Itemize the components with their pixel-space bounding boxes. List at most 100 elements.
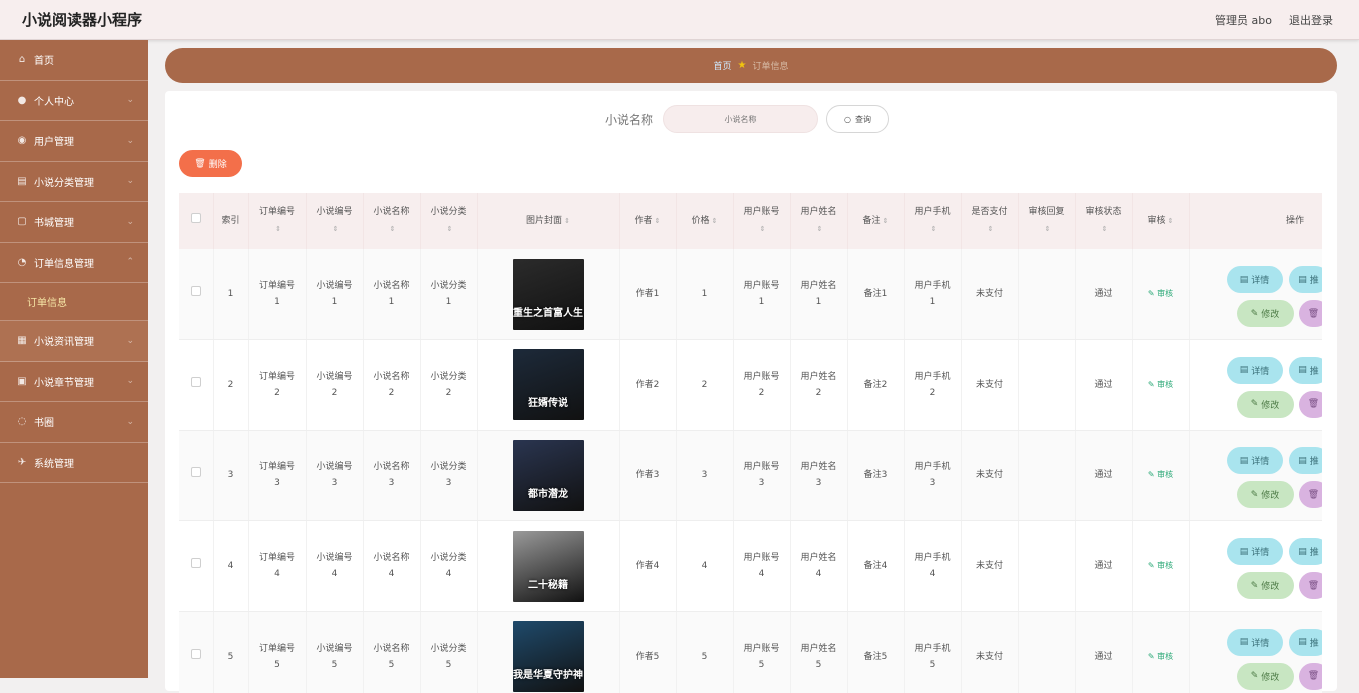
edit-button[interactable]: ✎ 修改 — [1236, 481, 1294, 509]
cover-image[interactable]: 重生之首富人生 — [512, 258, 584, 330]
table-cell: 1 — [213, 249, 249, 341]
sort-icon[interactable]: ⇕ — [1078, 221, 1132, 238]
sort-icon[interactable]: ⇕ — [366, 221, 420, 238]
column-header[interactable]: 操作 — [1189, 193, 1322, 249]
column-header-label: 用户账号 — [743, 207, 780, 217]
chevron-down-icon: ⌄ — [126, 335, 134, 346]
sort-icon[interactable]: ⇕ — [883, 217, 889, 225]
sort-icon[interactable]: ⇕ — [736, 221, 790, 238]
cell-text: 备注4 — [863, 561, 888, 572]
more-button[interactable]: ▤ 推 — [1288, 628, 1322, 656]
column-header[interactable]: 用户账号 ⇕ — [733, 193, 791, 249]
column-header[interactable]: 价格 ⇕ — [676, 193, 734, 249]
order-table-wrap: 索引 订单编号 ⇕ 小说编号 ⇕ 小说名称 ⇕ 小说分类 ⇕ 图片封面 ⇕ 作者 ⇕ 价格 ⇕ 用户账号 ⇕ 用户… — [179, 193, 1322, 693]
delete-row-button[interactable]: 🗑 — [1298, 572, 1322, 600]
cover-image[interactable]: 我是华夏守护神 — [512, 621, 584, 693]
cover-image[interactable]: 狂婿传说 — [512, 349, 584, 421]
delete-row-button[interactable]: 🗑 — [1298, 662, 1322, 690]
more-button[interactable]: ▤ 推 — [1288, 266, 1322, 294]
column-header[interactable]: 用户姓名 ⇕ — [790, 193, 848, 249]
sort-icon[interactable]: ⇕ — [907, 221, 961, 238]
column-header[interactable]: 小说分类 ⇕ — [420, 193, 478, 249]
column-header[interactable]: 作者 ⇕ — [619, 193, 677, 249]
column-header[interactable]: 审核 ⇕ — [1132, 193, 1190, 249]
table-cell: 备注3 — [847, 430, 905, 522]
sidebar-item-9[interactable]: ✈ 系统管理 — [0, 443, 148, 483]
column-header[interactable]: 审核回复 ⇕ — [1018, 193, 1076, 249]
audit-link[interactable]: ✎ 审核 — [1148, 561, 1173, 570]
edit-icon: ✎ — [1147, 561, 1158, 571]
row-checkbox[interactable] — [190, 286, 201, 297]
sort-icon[interactable]: ⇕ — [564, 217, 570, 225]
detail-icon: ▤ — [1298, 637, 1307, 648]
detail-button[interactable]: ▤ 详情 — [1226, 628, 1283, 656]
column-header[interactable]: 是否支付 ⇕ — [961, 193, 1019, 249]
query-button[interactable]: ○ 查询 — [826, 105, 890, 133]
detail-button[interactable]: ▤ 详情 — [1226, 538, 1283, 566]
sort-icon[interactable]: ⇕ — [712, 217, 718, 225]
cell-text: 通过 — [1094, 379, 1113, 390]
edit-button[interactable]: ✎ 修改 — [1236, 572, 1294, 600]
sort-icon[interactable]: ⇕ — [423, 221, 477, 238]
audit-link[interactable]: ✎ 审核 — [1148, 652, 1173, 661]
table-cell — [1018, 430, 1076, 522]
more-button[interactable]: ▤ 推 — [1288, 356, 1322, 384]
more-button[interactable]: ▤ 推 — [1288, 447, 1322, 475]
logout-link[interactable]: 退出登录 — [1289, 12, 1333, 28]
sidebar-item-1[interactable]: ● 个人中心 ⌄ — [0, 81, 148, 121]
row-checkbox[interactable] — [190, 558, 201, 569]
column-header-label: 价格 — [691, 215, 710, 226]
delete-row-button[interactable]: 🗑 — [1298, 300, 1322, 328]
cell-line: 订单编号 — [258, 553, 295, 564]
column-header[interactable]: 小说名称 ⇕ — [363, 193, 421, 249]
column-header[interactable]: 备注 ⇕ — [847, 193, 905, 249]
audit-link[interactable]: ✎ 审核 — [1148, 470, 1173, 479]
column-header[interactable]: 小说编号 ⇕ — [306, 193, 364, 249]
audit-link[interactable]: ✎ 审核 — [1148, 380, 1173, 389]
delete-row-button[interactable]: 🗑 — [1298, 481, 1322, 509]
sidebar-item-6[interactable]: ▦ 小说资讯管理 ⌄ — [0, 321, 148, 362]
sidebar-item-2[interactable]: ◉ 用户管理 ⌄ — [0, 121, 148, 162]
row-checkbox[interactable] — [190, 648, 201, 659]
column-header[interactable]: 图片封面 ⇕ — [477, 193, 620, 249]
user-icon: ● — [17, 94, 27, 106]
edit-button[interactable]: ✎ 修改 — [1236, 662, 1294, 690]
sort-icon[interactable]: ⇕ — [964, 221, 1018, 238]
row-checkbox[interactable] — [190, 467, 201, 478]
cover-image[interactable]: 都市潜龙 — [512, 439, 584, 511]
ops-group: ▤ 详情 ▤ 推 ✎ 修改 🗑 — [1190, 254, 1322, 334]
delete-button[interactable]: 🗑 删除 — [179, 150, 242, 177]
select-all-checkbox[interactable] — [190, 212, 201, 223]
sort-icon[interactable]: ⇕ — [1168, 217, 1174, 225]
sidebar-item-5[interactable]: ◔ 订单信息管理 ⌃ — [0, 243, 148, 283]
sidebar-item-3[interactable]: ▤ 小说分类管理 ⌄ — [0, 162, 148, 202]
delete-row-button[interactable]: 🗑 — [1298, 390, 1322, 418]
sort-icon[interactable]: ⇕ — [793, 221, 847, 238]
sort-icon[interactable]: ⇕ — [655, 217, 661, 225]
cover-image[interactable]: 二十秘籍 — [512, 530, 584, 602]
sidebar-item-8[interactable]: ◌ 书圈 ⌄ — [0, 402, 148, 443]
row-checkbox[interactable] — [190, 376, 201, 387]
detail-button[interactable]: ▤ 详情 — [1226, 356, 1283, 384]
column-header[interactable]: 用户手机 ⇕ — [904, 193, 962, 249]
search-input[interactable] — [663, 105, 819, 133]
breadcrumb-home[interactable]: 首页 — [714, 59, 732, 72]
column-header[interactable]: 索引 — [213, 193, 249, 249]
edit-button[interactable]: ✎ 修改 — [1236, 300, 1294, 328]
sidebar-item-4[interactable]: ▢ 书城管理 ⌄ — [0, 202, 148, 243]
sort-icon[interactable]: ⇕ — [251, 221, 306, 238]
column-header[interactable]: 审核状态 ⇕ — [1075, 193, 1133, 249]
sidebar-subitem-order-info[interactable]: 订单信息 — [0, 283, 148, 321]
column-header[interactable]: 订单编号 ⇕ — [248, 193, 307, 249]
sidebar-item-0[interactable]: ⌂ 首页 — [0, 40, 148, 81]
table-cell: 通过 — [1075, 339, 1133, 431]
sort-icon[interactable]: ⇕ — [309, 221, 363, 238]
detail-button[interactable]: ▤ 详情 — [1226, 266, 1283, 294]
sort-icon[interactable]: ⇕ — [1021, 221, 1075, 238]
detail-button[interactable]: ▤ 详情 — [1226, 447, 1283, 475]
audit-link[interactable]: ✎ 审核 — [1148, 289, 1173, 298]
edit-button[interactable]: ✎ 修改 — [1236, 390, 1294, 418]
cell-line: 小说名称 — [373, 281, 410, 292]
more-button[interactable]: ▤ 推 — [1288, 538, 1322, 566]
sidebar-item-7[interactable]: ▣ 小说章节管理 ⌄ — [0, 362, 148, 402]
